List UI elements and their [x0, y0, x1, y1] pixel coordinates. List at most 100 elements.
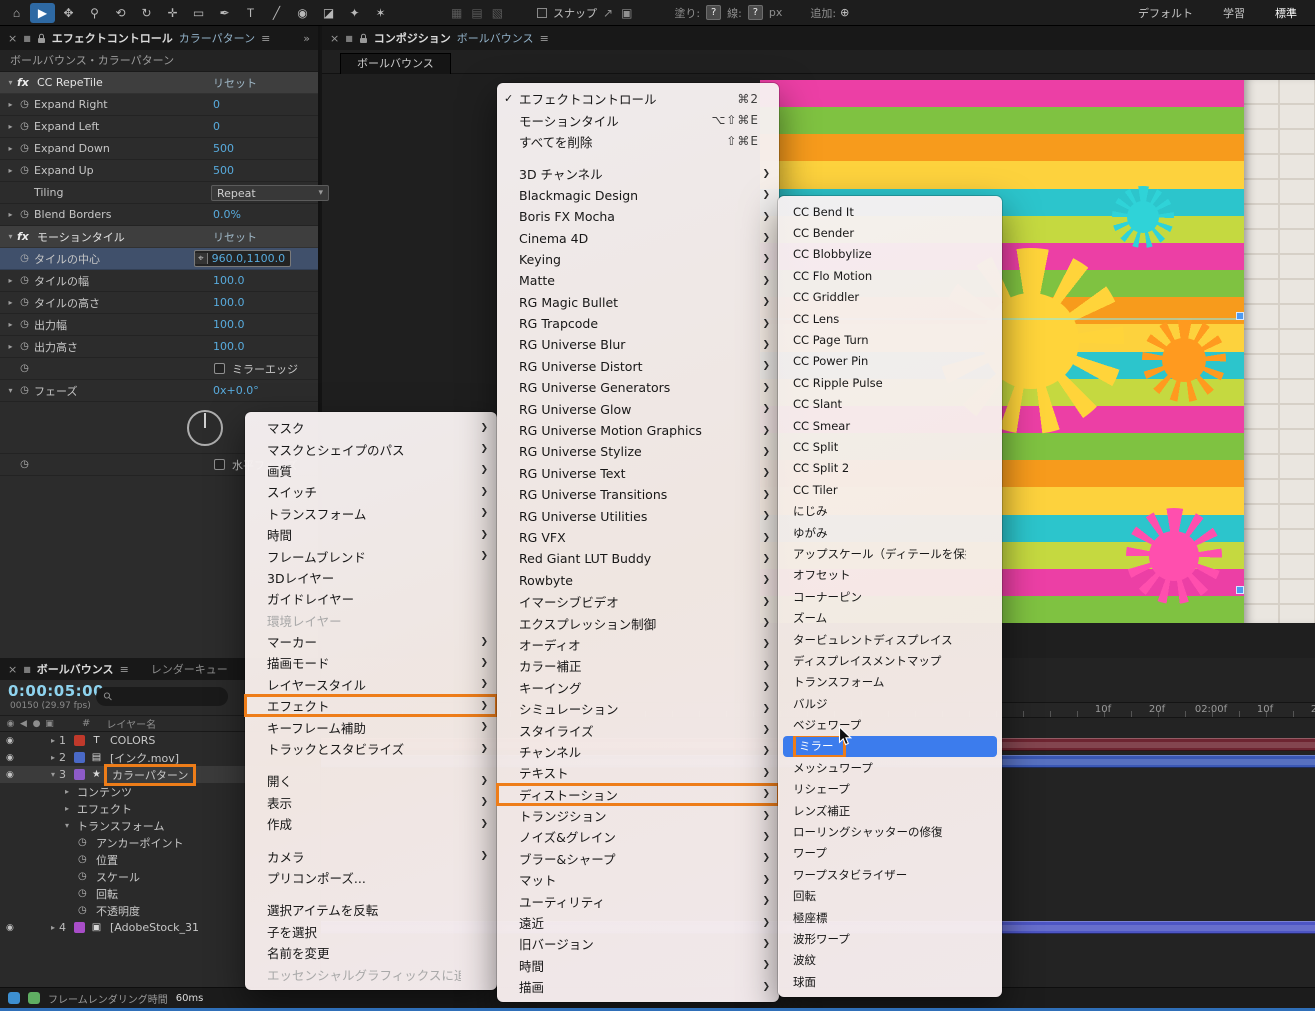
menu-item[interactable]: RG Universe Transitions: [497, 484, 779, 505]
menu-item[interactable]: 波紋: [778, 950, 1002, 971]
effect-property-row[interactable]: タイルの中心 960.0,1100.0: [0, 248, 318, 270]
menu-item[interactable]: マスク: [245, 417, 497, 438]
effect-property-row[interactable]: Tiling Repeat: [0, 182, 329, 204]
menu-item[interactable]: トランスフォーム: [245, 503, 497, 524]
menu-item[interactable]: アップスケール（ディテールを保持）: [778, 543, 1002, 564]
menu-item[interactable]: Boris FX Mocha: [497, 206, 779, 227]
menu-item[interactable]: CC Bend It: [778, 201, 1002, 222]
menu-item[interactable]: プリコンポーズ...: [245, 867, 497, 888]
tool-button[interactable]: ◉: [290, 3, 315, 23]
menu-item[interactable]: Matte: [497, 270, 779, 291]
twirl-icon[interactable]: ▸: [4, 122, 17, 131]
panel-menu-icon[interactable]: ≡: [261, 32, 270, 45]
twirl-icon[interactable]: ▸: [4, 210, 17, 219]
menu-item[interactable]: リシェープ: [778, 779, 1002, 800]
twirl-icon[interactable]: ▾: [4, 386, 17, 395]
menu-item[interactable]: スタイライズ: [497, 719, 779, 740]
menu-item[interactable]: バルジ: [778, 693, 1002, 714]
eye-icon[interactable]: [6, 753, 19, 763]
menu-item[interactable]: タービュレントディスプレイス: [778, 629, 1002, 650]
menu-item[interactable]: 開く: [245, 770, 497, 791]
selection-handle[interactable]: [1236, 312, 1244, 320]
stopwatch-icon[interactable]: [17, 253, 32, 264]
menu-item[interactable]: カラー補正: [497, 655, 779, 676]
twirl-icon[interactable]: ▸: [4, 166, 17, 175]
layer-name[interactable]: カラーパターン: [103, 763, 197, 786]
menu-item[interactable]: エッセンシャルグラフィックスに追加: [245, 963, 497, 984]
twirl-icon[interactable]: ▸: [47, 736, 59, 745]
menu-item[interactable]: 描画: [497, 976, 779, 997]
twirl-icon[interactable]: ▸: [4, 144, 17, 153]
panel-menu-icon[interactable]: ≡: [540, 32, 549, 45]
stopwatch-icon[interactable]: [78, 854, 92, 865]
menu-item[interactable]: イマーシブビデオ: [497, 591, 779, 612]
property-value[interactable]: 100.0: [213, 340, 245, 353]
eye-column-icon[interactable]: [4, 719, 17, 729]
menu-item[interactable]: ユーティリティ: [497, 890, 779, 911]
property-value[interactable]: 100.0: [213, 274, 245, 287]
menu-item[interactable]: エフェクトコントロール ⌘2: [497, 88, 779, 109]
twirl-icon[interactable]: ▸: [4, 320, 17, 329]
eye-icon[interactable]: [6, 770, 19, 780]
menu-item[interactable]: 時間: [245, 524, 497, 545]
tool-button[interactable]: ⟲: [108, 3, 133, 23]
tool-button[interactable]: ⚲: [82, 3, 107, 23]
menu-item[interactable]: トランスフォーム: [778, 672, 1002, 693]
menu-item[interactable]: CC Lens: [778, 308, 1002, 329]
layer-name[interactable]: トランスフォーム: [73, 818, 168, 834]
property-value[interactable]: 960.0,1100.0: [194, 250, 292, 267]
menu-item[interactable]: RG Universe Motion Graphics: [497, 420, 779, 441]
effect-property-row[interactable]: ▸ Expand Left 0: [0, 116, 318, 138]
property-checkbox[interactable]: [214, 363, 225, 374]
effect-property-row[interactable]: ミラーエッジ: [0, 358, 318, 380]
layer-name[interactable]: [AdobeStock_31: [106, 921, 203, 934]
property-value[interactable]: 0.0%: [213, 208, 241, 221]
panel-title[interactable]: エフェクトコントロール: [52, 30, 173, 46]
layer-name[interactable]: アンカーポイント: [92, 835, 188, 851]
property-value[interactable]: Repeat: [211, 184, 329, 201]
menu-item[interactable]: 描画モード: [245, 652, 497, 673]
effect-property-row[interactable]: ▸ 出力幅 100.0: [0, 314, 318, 336]
status-icon-green[interactable]: [28, 992, 40, 1004]
menu-item[interactable]: RG Universe Generators: [497, 377, 779, 398]
menu-item[interactable]: RG Universe Distort: [497, 356, 779, 377]
menu-item[interactable]: 環境レイヤー: [245, 610, 497, 631]
menu-item[interactable]: ノイズ&グレイン: [497, 826, 779, 847]
stopwatch-icon[interactable]: [17, 319, 32, 330]
menu-item[interactable]: ワープスタビライザー: [778, 864, 1002, 885]
stopwatch-icon[interactable]: [17, 165, 32, 176]
menu-item[interactable]: Red Giant LUT Buddy: [497, 548, 779, 569]
effect-property-row[interactable]: ▸ Expand Up 500: [0, 160, 318, 182]
effect-property-row[interactable]: ▾ モーションタイル リセット: [0, 226, 318, 248]
menu-item[interactable]: 選択アイテムを反転: [245, 899, 497, 920]
twirl-icon[interactable]: ▸: [4, 342, 17, 351]
reset-link[interactable]: リセット: [213, 75, 257, 91]
tool-button[interactable]: ✒: [212, 3, 237, 23]
workspace-button[interactable]: 標準: [1275, 5, 1297, 21]
menu-item[interactable]: ローリングシャッターの修復: [778, 821, 1002, 842]
tool-button[interactable]: ◪: [316, 3, 341, 23]
tool-button[interactable]: ✥: [56, 3, 81, 23]
composition-tab[interactable]: ボールバウンス: [340, 53, 451, 74]
menu-item[interactable]: Rowbyte: [497, 570, 779, 591]
twirl-icon[interactable]: ▸: [47, 923, 59, 932]
timeline-tab[interactable]: ボールバウンス: [37, 661, 114, 677]
menu-item[interactable]: RG Trapcode: [497, 313, 779, 334]
angle-dial[interactable]: [187, 409, 223, 446]
effect-property-row[interactable]: ▸ タイルの高さ 100.0: [0, 292, 318, 314]
lock-icon[interactable]: [359, 33, 368, 44]
menu-item[interactable]: キーイング: [497, 677, 779, 698]
tool-button[interactable]: T: [238, 3, 263, 23]
stopwatch-icon[interactable]: [78, 905, 92, 916]
property-checkbox[interactable]: [214, 459, 225, 470]
eye-icon[interactable]: [6, 923, 19, 933]
panel-menu-icon[interactable]: ≡: [120, 663, 129, 676]
close-icon[interactable]: ×: [8, 32, 17, 45]
workspace-button[interactable]: デフォルト: [1138, 5, 1193, 21]
reset-link[interactable]: リセット: [213, 229, 257, 245]
snap-checkbox[interactable]: [537, 7, 548, 18]
menu-item[interactable]: テキスト: [497, 762, 779, 783]
tool-button[interactable]: ✶: [368, 3, 393, 23]
menu-item[interactable]: マスクとシェイプのパス: [245, 438, 497, 459]
menu-item[interactable]: オフセット: [778, 565, 1002, 586]
